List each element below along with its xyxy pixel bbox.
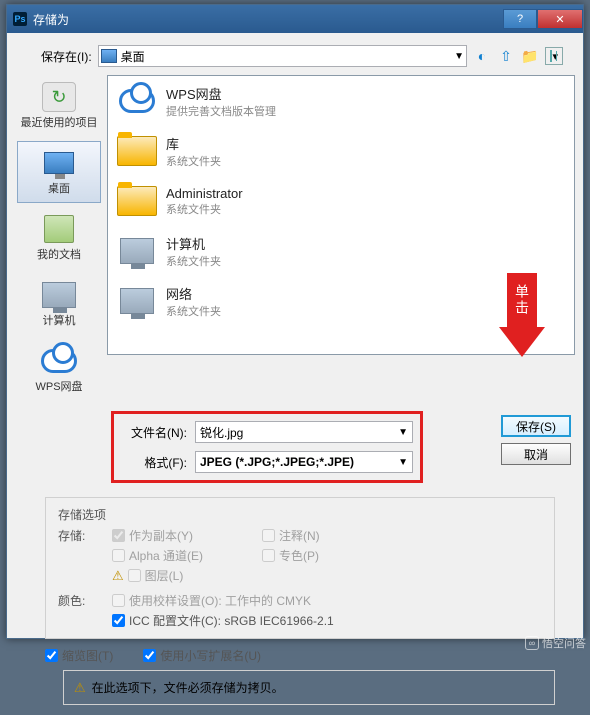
desktop-icon xyxy=(101,49,117,63)
desktop-icon xyxy=(44,152,74,174)
sidebar-item-label: 我的文档 xyxy=(37,246,81,262)
recent-icon: ↻ xyxy=(42,82,76,112)
color-label: 颜色: xyxy=(58,592,106,629)
lowercase-ext-checkbox[interactable]: 使用小写扩展名(U) xyxy=(143,647,261,664)
cloud-icon xyxy=(41,349,77,373)
as-copy-checkbox: 作为副本(Y) xyxy=(112,527,262,544)
save-in-dropdown[interactable]: 桌面 ▼ xyxy=(98,45,467,67)
spot-checkbox: 专色(P) xyxy=(262,547,382,564)
callout-arrow: 单击 xyxy=(499,273,545,357)
network-icon xyxy=(120,288,154,314)
save-button[interactable]: 保存(S) xyxy=(501,415,571,437)
list-item-subtitle: 系统文件夹 xyxy=(166,201,243,217)
save-options-group: 存储选项 存储: 作为副本(Y) 注释(N) Alpha 通道(E) 专色(P)… xyxy=(45,497,555,639)
proof-checkbox: 使用校样设置(O): 工作中的 CMYK xyxy=(112,592,334,609)
list-item-title: 网络 xyxy=(166,284,221,303)
icc-checkbox[interactable]: ICC 配置文件(C): sRGB IEC61966-2.1 xyxy=(112,612,334,629)
highlight-box: 文件名(N): 锐化.jpg ▼ 格式(F): JPEG (*.JPG;*.JP… xyxy=(111,411,423,483)
list-item-subtitle: 提供完善文档版本管理 xyxy=(166,103,276,119)
filename-input[interactable]: 锐化.jpg ▼ xyxy=(195,421,413,443)
store-label: 存储: xyxy=(58,527,106,584)
app-icon: Ps xyxy=(13,12,27,26)
sidebar-item-label: 桌面 xyxy=(48,180,70,196)
sidebar-item-desktop[interactable]: 桌面 xyxy=(17,141,101,203)
options-title: 存储选项 xyxy=(58,506,544,523)
warning-icon: ⚠ xyxy=(112,568,124,584)
watermark-icon: ∞ xyxy=(525,636,539,650)
format-label: 格式(F): xyxy=(117,454,187,471)
list-item-title: 计算机 xyxy=(166,234,221,253)
list-item[interactable]: 库系统文件夹 xyxy=(108,126,574,176)
places-sidebar: ↻ 最近使用的项目 桌面 我的文档 计算机 WPS网盘 xyxy=(15,75,103,401)
list-item[interactable]: WPS网盘提供完善文档版本管理 xyxy=(108,76,574,126)
list-item-title: 库 xyxy=(166,134,221,153)
titlebar: Ps 存储为 ? ✕ xyxy=(7,5,583,33)
documents-icon xyxy=(44,215,74,243)
back-icon[interactable]: ◐ xyxy=(473,47,491,65)
folder-icon xyxy=(117,136,157,166)
note-box: ⚠ 在此选项下，文件必须存储为拷贝。 xyxy=(63,670,555,705)
chevron-down-icon: ▼ xyxy=(398,457,408,468)
list-item-subtitle: 系统文件夹 xyxy=(166,303,221,319)
view-menu-button[interactable]: ▾ xyxy=(545,47,563,65)
format-dropdown[interactable]: JPEG (*.JPG;*.JPEG;*.JPE) ▼ xyxy=(195,451,413,473)
sidebar-item-wps[interactable]: WPS网盘 xyxy=(17,339,101,401)
list-item[interactable]: Administrator系统文件夹 xyxy=(108,176,574,226)
sidebar-item-label: 最近使用的项目 xyxy=(21,114,98,130)
filename-label: 文件名(N): xyxy=(117,424,187,441)
folder-icon xyxy=(117,186,157,216)
sidebar-item-label: 计算机 xyxy=(43,312,76,328)
window-title: 存储为 xyxy=(33,11,69,28)
sidebar-item-documents[interactable]: 我的文档 xyxy=(17,207,101,269)
list-item-title: Administrator xyxy=(166,186,243,201)
annotations-checkbox: 注释(N) xyxy=(262,527,382,544)
filename-value: 锐化.jpg xyxy=(200,424,243,441)
chevron-down-icon: ▼ xyxy=(398,427,408,438)
save-in-label: 保存在(I): xyxy=(41,48,92,65)
computer-icon xyxy=(120,238,154,264)
sidebar-item-label: WPS网盘 xyxy=(35,378,82,394)
chevron-down-icon: ▼ xyxy=(454,51,464,62)
help-button[interactable]: ? xyxy=(503,9,537,29)
thumbnail-checkbox[interactable]: 缩览图(T) xyxy=(45,647,113,664)
up-one-level-icon[interactable]: ⇧ xyxy=(497,47,515,65)
layers-checkbox: ⚠图层(L) xyxy=(112,567,262,584)
watermark-text: 悟空问答 xyxy=(542,635,586,651)
cloud-icon xyxy=(119,89,155,113)
watermark: ∞ 悟空问答 xyxy=(525,635,586,651)
format-value: JPEG (*.JPG;*.JPEG;*.JPE) xyxy=(200,455,354,469)
sidebar-item-recent[interactable]: ↻ 最近使用的项目 xyxy=(17,75,101,137)
new-folder-icon[interactable]: 📁 xyxy=(521,47,539,65)
list-item-subtitle: 系统文件夹 xyxy=(166,253,221,269)
list-item-title: WPS网盘 xyxy=(166,84,276,103)
list-item[interactable]: 计算机系统文件夹 xyxy=(108,226,574,276)
computer-icon xyxy=(42,282,76,308)
save-as-dialog: Ps 存储为 ? ✕ 保存在(I): 桌面 ▼ ◐ ⇧ 📁 ▾ ↻ 最近使用的项… xyxy=(6,4,584,639)
sidebar-item-computer[interactable]: 计算机 xyxy=(17,273,101,335)
list-item-subtitle: 系统文件夹 xyxy=(166,153,221,169)
note-text: 在此选项下，文件必须存储为拷贝。 xyxy=(92,679,284,696)
save-in-value: 桌面 xyxy=(121,48,145,65)
callout-text: 单击 xyxy=(507,273,537,327)
warning-icon: ⚠ xyxy=(74,680,86,696)
cancel-button[interactable]: 取消 xyxy=(501,443,571,465)
arrow-head-icon xyxy=(499,327,545,357)
alpha-checkbox: Alpha 通道(E) xyxy=(112,547,262,564)
close-button[interactable]: ✕ xyxy=(537,9,583,29)
